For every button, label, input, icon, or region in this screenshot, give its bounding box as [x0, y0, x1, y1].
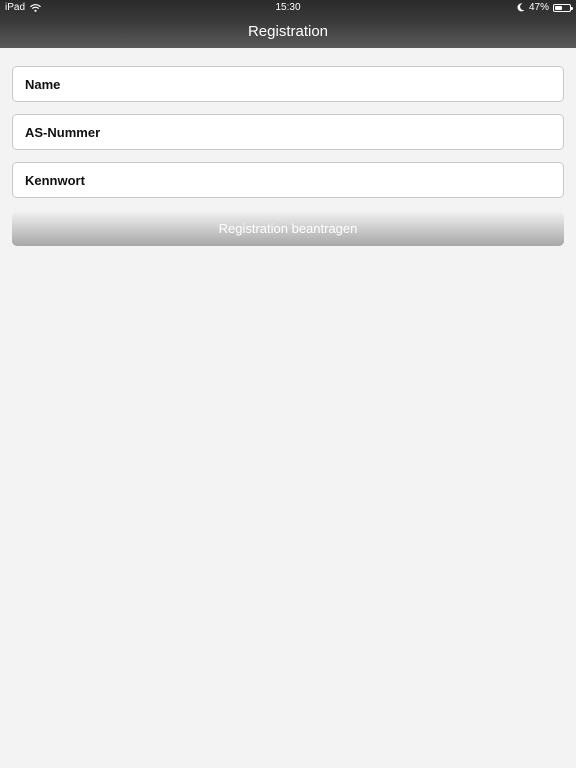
as-number-field[interactable] [12, 114, 564, 150]
battery-nub [571, 6, 573, 10]
battery-percentage: 47% [528, 2, 549, 13]
name-field[interactable] [12, 66, 564, 102]
status-bar: iPad 15:30 47% [0, 0, 576, 16]
name-input[interactable] [13, 67, 563, 101]
battery-fill [555, 5, 562, 10]
password-input[interactable] [13, 163, 563, 197]
page-title: Registration [247, 23, 329, 40]
navigation-header: iPad 15:30 47% Registration [0, 0, 576, 48]
password-field[interactable] [12, 162, 564, 198]
request-registration-button[interactable]: Registration beantragen [12, 211, 564, 246]
as-number-input[interactable] [13, 115, 563, 149]
battery-icon [553, 3, 573, 12]
status-time: 15:30 [275, 2, 301, 13]
moon-icon [517, 3, 525, 12]
status-right: 47% [517, 2, 573, 13]
